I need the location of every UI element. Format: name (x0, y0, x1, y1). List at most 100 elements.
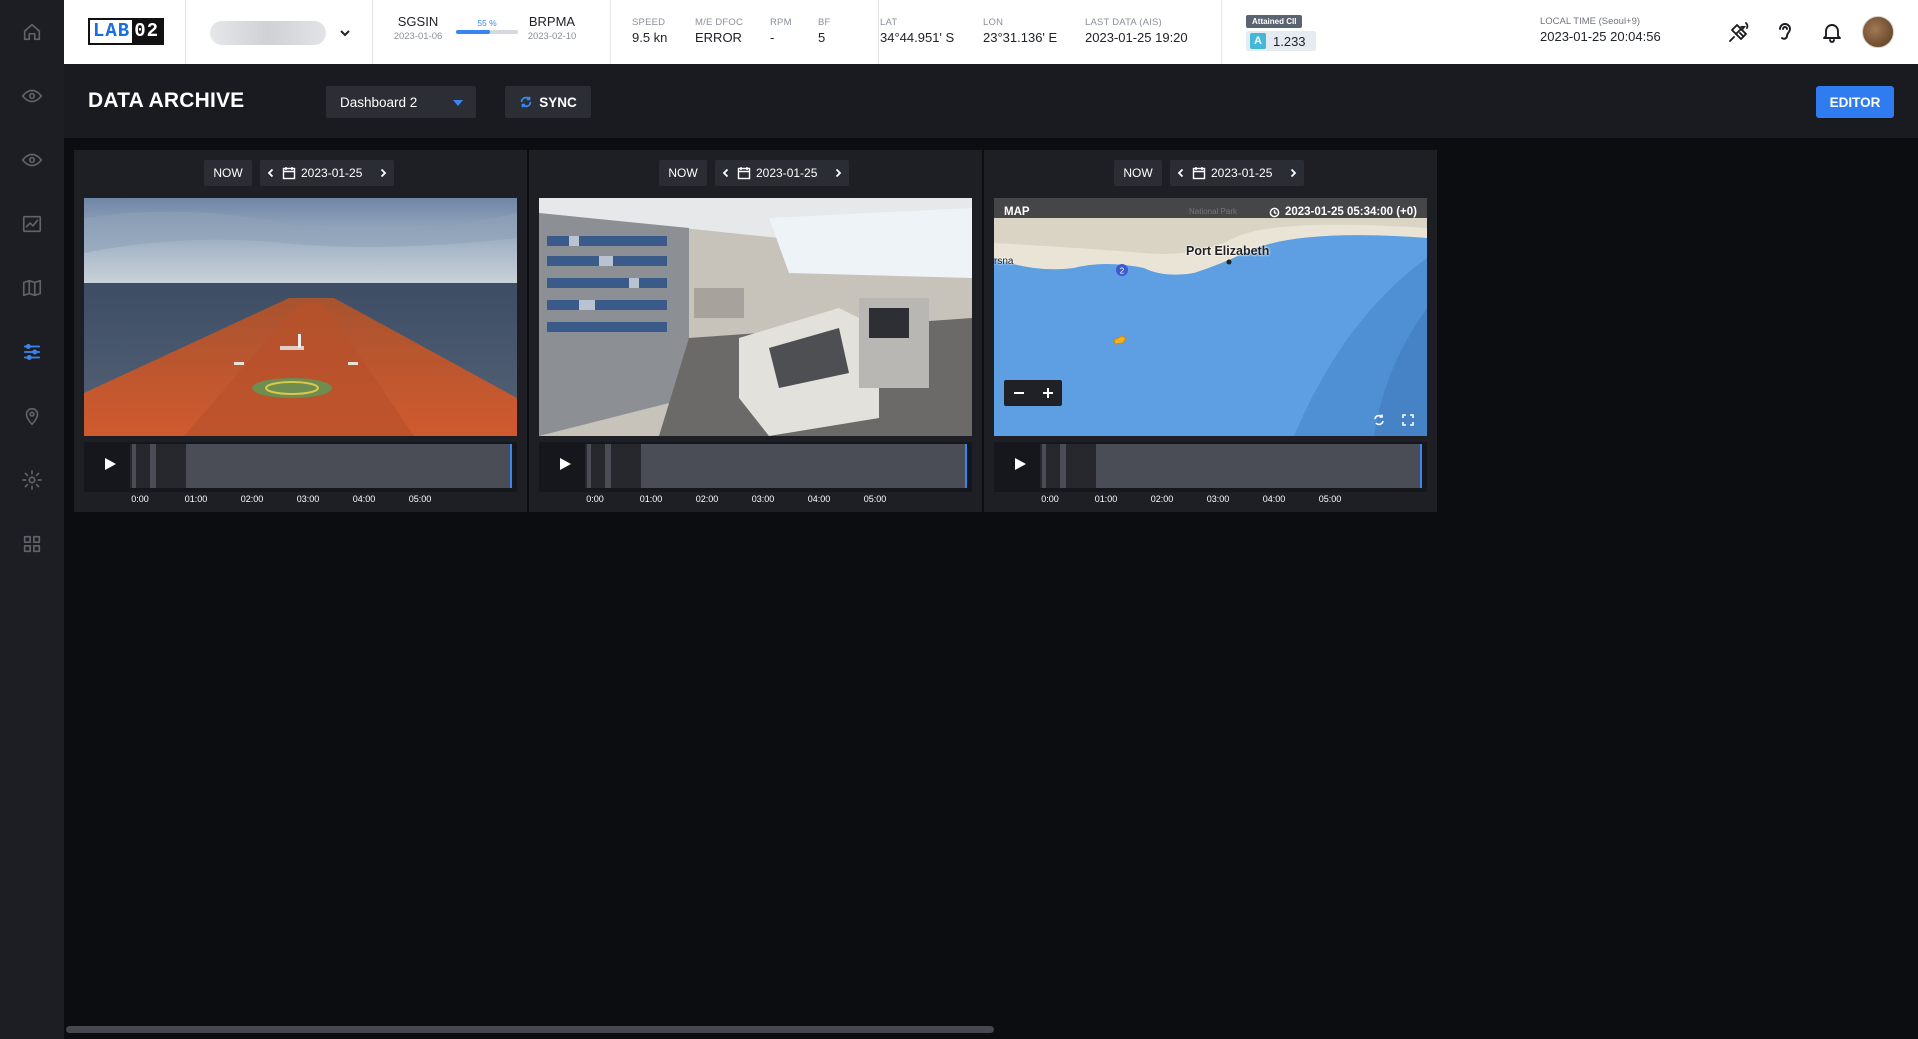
hearing-icon (1779, 23, 1791, 40)
metric-label: LAT (880, 17, 898, 28)
cii-label: Attained CII (1246, 15, 1303, 28)
zoom-out-button[interactable] (1004, 380, 1033, 406)
metric-label: SPEED (632, 17, 666, 28)
chevron-left-icon (267, 168, 274, 178)
sidebar-item-settings[interactable] (16, 464, 48, 496)
prev-date-button[interactable] (1170, 160, 1192, 186)
hearing-button[interactable] (1771, 18, 1799, 46)
sidebar-item-location[interactable] (16, 400, 48, 432)
date-value[interactable]: 2023-01-25 (1211, 166, 1282, 180)
timeline-track[interactable] (130, 444, 512, 488)
play-button[interactable] (1012, 456, 1032, 476)
timeline-tick-label: 0:00 (586, 494, 604, 504)
local-time[interactable]: LOCAL TIME (Seoul+9) 2023-01-25 20:04:56 (1540, 16, 1746, 44)
date-value[interactable]: 2023-01-25 (301, 166, 372, 180)
sync-button[interactable]: SYNC (505, 86, 591, 118)
avatar[interactable] (1862, 16, 1894, 48)
timeline-scrubber[interactable]: 0:00 01:00 02:00 03:00 04:00 05:00 (994, 442, 1427, 504)
sidebar-item-data-archive[interactable] (16, 336, 48, 368)
date-value[interactable]: 2023-01-25 (756, 166, 827, 180)
departure-code: SGSIN (397, 14, 439, 29)
next-date-button[interactable] (372, 160, 394, 186)
timeline-tick-label: 03:00 (751, 494, 775, 504)
location-icon (25, 407, 39, 426)
timeline-tick-label: 02:00 (1150, 494, 1174, 504)
dashboard-select[interactable]: Dashboard 2 (326, 86, 476, 118)
date-navigator: 2023-01-25 (260, 160, 394, 186)
metric-lat: LAT 34°44.951' S (880, 17, 954, 45)
metric-label: LON (983, 17, 1004, 28)
map-view[interactable]: 2 National Park MAP 2023-01-25 05:34:00 … (994, 198, 1427, 436)
editor-button[interactable]: EDITOR (1816, 86, 1894, 118)
metric-label: BF (818, 17, 831, 28)
bell-icon (1823, 24, 1841, 43)
timeline-ticks: 0:00 01:00 02:00 03:00 04:00 05:00 (1040, 494, 1422, 506)
prev-date-button[interactable] (260, 160, 282, 186)
calendar-icon (282, 166, 296, 180)
chevron-left-icon (1177, 168, 1184, 178)
fullscreen-button[interactable] (1401, 413, 1417, 429)
next-date-button[interactable] (827, 160, 849, 186)
map-timestamp: 2023-01-25 05:34:00 (+0) (1269, 206, 1417, 218)
map-city-label: Port Elizabeth (1186, 244, 1270, 258)
timeline-scrubber[interactable]: 0:00 01:00 02:00 03:00 04:00 05:00 (84, 442, 517, 504)
now-button[interactable]: NOW (204, 160, 252, 186)
metric-speed: SPEED 9.5 kn (632, 17, 667, 45)
chevron-down-icon (338, 26, 352, 40)
sidebar-item-apps[interactable] (16, 528, 48, 560)
sidebar-item-monitor-2[interactable] (16, 144, 48, 176)
divider (1221, 0, 1222, 64)
sidebar-item-analytics[interactable] (16, 208, 48, 240)
metric-label: LAST DATA (AIS) (1085, 17, 1162, 28)
divider (185, 0, 186, 64)
scrollbar-thumb[interactable] (66, 1026, 994, 1033)
timeline-tick-label: 05:00 (863, 494, 887, 504)
camera-view-bow[interactable] (84, 198, 517, 436)
editor-label: EDITOR (1829, 94, 1881, 110)
vessel-name-redacted (210, 21, 326, 45)
now-button[interactable]: NOW (1114, 160, 1162, 186)
metric-label: M/E DFOC (695, 17, 744, 28)
cii-badge[interactable]: Attained CII A 1.233 (1246, 11, 1316, 51)
sync-icon (520, 96, 532, 108)
timeline-tick-label: 01:00 (639, 494, 663, 504)
metric-last-data: LAST DATA (AIS) 2023-01-25 19:20 (1085, 17, 1188, 45)
map-reset-button[interactable] (1372, 413, 1388, 429)
chart-icon (22, 215, 42, 233)
sidebar-item-map[interactable] (16, 272, 48, 304)
timeline-ticks: 0:00 01:00 02:00 03:00 04:00 05:00 (585, 494, 967, 506)
map-icon (22, 279, 42, 297)
next-date-button[interactable] (1282, 160, 1304, 186)
metric-lon: LON 23°31.136' E (983, 17, 1057, 45)
timeline-tick-label: 02:00 (695, 494, 719, 504)
timeline-tick-label: 02:00 (240, 494, 264, 504)
home-icon (23, 23, 41, 41)
timeline-track[interactable] (585, 444, 967, 488)
minus-icon (1013, 392, 1024, 394)
now-button[interactable]: NOW (659, 160, 707, 186)
play-button[interactable] (102, 456, 122, 476)
arrival-date: 2023-02-10 (527, 31, 577, 42)
metric-me-dfoc: M/E DFOC ERROR (695, 17, 743, 45)
logo[interactable]: LAB 02 (88, 18, 165, 45)
sidebar-item-home[interactable] (16, 16, 48, 48)
notifications-button[interactable] (1818, 18, 1846, 46)
timeline-tick-label: 01:00 (1094, 494, 1118, 504)
satellite-off-icon (1729, 22, 1749, 42)
camera-view-bridge[interactable] (539, 198, 972, 436)
date-navigator: 2023-01-25 (715, 160, 849, 186)
archive-panel-map: NOW 2023-01-25 2 National Park MAP 2023-… (984, 150, 1437, 512)
timeline-scrubber[interactable]: 0:00 01:00 02:00 03:00 04:00 05:00 (539, 442, 972, 504)
prev-date-button[interactable] (715, 160, 737, 186)
play-button[interactable] (557, 456, 577, 476)
satellite-button[interactable] (1725, 18, 1753, 46)
play-icon (560, 458, 571, 470)
chevron-right-icon (835, 168, 842, 178)
bridge-camera-image (539, 198, 972, 436)
sidebar-item-monitor[interactable] (16, 80, 48, 112)
cii-grade: A (1250, 33, 1266, 49)
eye-icon (22, 153, 42, 167)
refresh-icon (1374, 414, 1384, 426)
timeline-track[interactable] (1040, 444, 1422, 488)
zoom-in-button[interactable] (1033, 380, 1062, 406)
